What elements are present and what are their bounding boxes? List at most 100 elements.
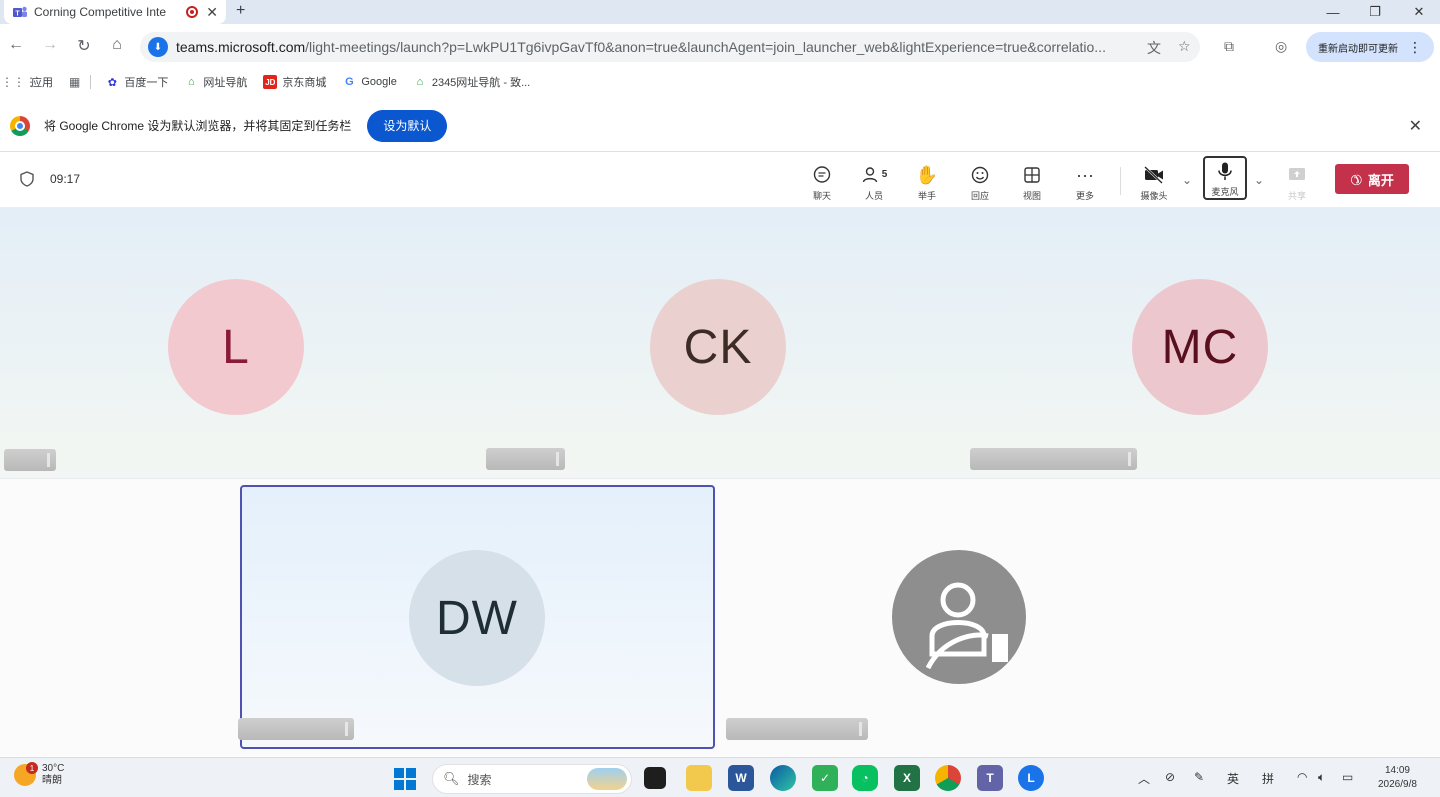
bookmark-2345[interactable]: ⌂ 2345网址导航 - 致...: [413, 74, 531, 90]
wifi-icon[interactable]: ◠: [1297, 770, 1307, 784]
react-button[interactable]: 回应: [955, 159, 1005, 205]
more-button[interactable]: ··· 更多: [1060, 159, 1110, 205]
translate-icon[interactable]: 文: [1147, 38, 1161, 58]
excel-icon[interactable]: X: [894, 765, 920, 791]
back-icon[interactable]: ←: [6, 36, 26, 54]
windows-start-icon[interactable]: [394, 768, 416, 790]
tab-title: Corning Competitive Inte: [34, 5, 167, 19]
participant-avatar-ck[interactable]: CK: [650, 279, 786, 415]
window-close-icon[interactable]: ✕: [1404, 0, 1434, 24]
smiley-icon: [970, 163, 990, 187]
baidu-paw-icon: ✿: [107, 76, 117, 89]
green-app-icon[interactable]: ✓: [812, 765, 838, 791]
participant-name-tag: [486, 448, 565, 470]
weather-temp: 30°C: [42, 763, 65, 774]
weather-widget[interactable]: 1 30°C 晴朗: [14, 762, 65, 787]
address-bar[interactable]: ⬇ teams.microsoft.com/light-meetings/lau…: [140, 32, 1200, 62]
chrome-logo-icon: [10, 115, 30, 136]
forward-icon[interactable]: →: [40, 36, 60, 54]
camera-options-chevron-icon[interactable]: ⌄: [1182, 173, 1192, 187]
camera-off-icon: [1143, 163, 1165, 187]
row-divider: [0, 478, 1440, 479]
restore-icon[interactable]: ❐: [1360, 0, 1390, 24]
google-g-icon: G: [345, 76, 354, 88]
update-button[interactable]: 重新启动即可更新 ⋮: [1306, 32, 1434, 62]
participant-avatar-mc[interactable]: MC: [1132, 279, 1268, 415]
browser-tab[interactable]: T Corning Competitive Inte ✕: [4, 0, 226, 24]
url-host: teams.microsoft.com: [176, 39, 306, 55]
participant-name-tag: [238, 718, 354, 740]
mic-options-chevron-icon[interactable]: ⌄: [1254, 173, 1264, 187]
word-icon[interactable]: W: [728, 765, 754, 791]
taskbar-search[interactable]: 🔍︎ 搜索: [432, 764, 632, 794]
weather-badge: 1: [26, 762, 38, 774]
people-button[interactable]: 5 人员: [849, 159, 899, 205]
participant-name-tag: [4, 449, 56, 471]
battery-icon[interactable]: ▭: [1342, 770, 1353, 784]
default-browser-banner: 将 Google Chrome 设为默认浏览器，并将其固定到任务栏 设为默认 ✕: [0, 100, 1440, 152]
search-placeholder: 搜索: [467, 772, 492, 787]
microphone-icon: [1216, 159, 1234, 183]
bookmark-apps[interactable]: ⋮⋮⋮ 应用: [1, 74, 53, 90]
banner-close-icon[interactable]: ✕: [1409, 116, 1422, 136]
participant-avatar-dw[interactable]: DW: [409, 550, 545, 686]
mic-button[interactable]: 麦克风: [1203, 156, 1247, 200]
mic-label: 麦克风: [1211, 186, 1239, 197]
raise-hand-button[interactable]: ✋ 举手: [902, 159, 952, 205]
leave-button[interactable]: ✆ 离开: [1335, 164, 1409, 194]
profile-icon[interactable]: ◎: [1275, 38, 1287, 55]
camera-button[interactable]: 摄像头: [1129, 159, 1179, 205]
chat-label: 聊天: [812, 190, 831, 201]
teams-taskbar-icon[interactable]: T: [977, 765, 1003, 791]
blue-app-icon[interactable]: L: [1018, 765, 1044, 791]
minimize-icon[interactable]: —: [1318, 0, 1348, 24]
tab-close-icon[interactable]: ✕: [206, 4, 218, 21]
chrome-taskbar-icon[interactable]: [935, 765, 961, 791]
browser-toolbar: ← → ↻ ⌂ ⬇ teams.microsoft.com/light-meet…: [0, 24, 1440, 70]
control-separator: [1120, 167, 1121, 195]
ime-mode-indicator[interactable]: 拼: [1262, 770, 1274, 787]
camera-label: 摄像头: [1140, 190, 1168, 201]
bookmark-label: Google: [361, 76, 397, 88]
bookmark-jd[interactable]: JD 京东商城: [263, 74, 326, 90]
reload-icon[interactable]: ↻: [74, 36, 94, 56]
new-tab-icon[interactable]: +: [236, 0, 245, 24]
anonymous-user-avatar-icon[interactable]: [892, 550, 1026, 684]
wechat-icon[interactable]: ◔: [852, 765, 878, 791]
hand-icon: ✋: [915, 164, 939, 185]
bookmark-label: 百度一下: [124, 77, 169, 89]
system-clock[interactable]: 14:09 2026/9/8: [1378, 764, 1417, 792]
edge-icon[interactable]: [770, 765, 796, 791]
bookmark-nav[interactable]: ⌂ 网址导航: [184, 74, 247, 90]
chat-icon: [812, 163, 832, 187]
bookmark-star-icon[interactable]: ☆: [1178, 38, 1191, 55]
site-info-icon[interactable]: ⬇: [148, 37, 168, 57]
tray-overflow-icon[interactable]: ︿: [1138, 770, 1150, 787]
more-dots-icon: ···: [1076, 164, 1094, 185]
pen-tray-icon[interactable]: ✎: [1194, 770, 1204, 784]
raise-hand-label: 举手: [917, 190, 936, 201]
banner-text: 将 Google Chrome 设为默认浏览器，并将其固定到任务栏: [44, 119, 352, 133]
home-icon[interactable]: ⌂: [107, 36, 127, 54]
participant-initials: DW: [436, 591, 518, 645]
share-button[interactable]: 共享: [1272, 159, 1322, 205]
weather-sun-icon: 1: [14, 762, 38, 786]
menu-dots-icon[interactable]: ⋮: [1408, 39, 1422, 56]
bookmark-google[interactable]: G Google: [342, 75, 397, 89]
network-off-icon[interactable]: ⊘: [1165, 770, 1175, 784]
participant-avatar-l[interactable]: L: [168, 279, 304, 415]
url-path: /light-meetings/launch?p=LwkPU1Tg6ivpGav…: [305, 39, 1106, 55]
chat-button[interactable]: 聊天: [797, 159, 847, 205]
reading-list-icon[interactable]: ▦: [69, 75, 80, 89]
ime-lang-indicator[interactable]: 英: [1227, 770, 1239, 787]
view-button[interactable]: 视图: [1007, 159, 1057, 205]
tab-search-icon[interactable]: ⧉: [1224, 38, 1234, 55]
task-view-icon[interactable]: [644, 767, 666, 789]
volume-icon[interactable]: 🔈︎: [1318, 770, 1325, 785]
bookmark-label: 2345网址导航 - 致...: [431, 77, 531, 89]
windows-taskbar: 1 30°C 晴朗 🔍︎ 搜索 W ✓ ◔ X T L ︿ ⊘ ✎ 英 拼 ◠ …: [0, 757, 1440, 797]
set-default-button[interactable]: 设为默认: [367, 109, 448, 142]
bookmark-baidu[interactable]: ✿ 百度一下: [105, 74, 169, 90]
more-label: 更多: [1075, 190, 1094, 201]
file-explorer-icon[interactable]: [686, 765, 712, 791]
